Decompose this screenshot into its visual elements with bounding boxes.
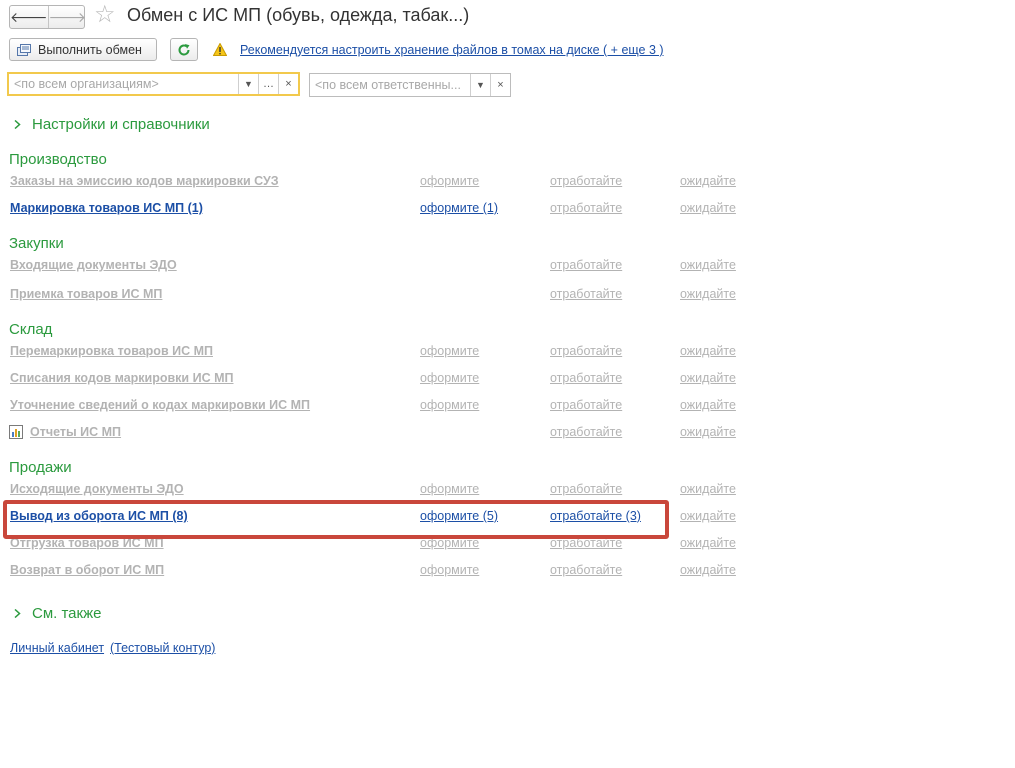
personal-cabinet-link[interactable]: Личный кабинет [10,641,104,655]
row-label-return[interactable]: Возврат в оборот ИС МП [10,563,164,577]
arrow-left-icon: 🡐 [10,8,48,25]
page-title: Обмен с ИС МП (обувь, одежда, табак...) [127,5,470,25]
back-button[interactable]: 🡐 [10,6,49,28]
responsible-dropdown-button[interactable]: ▼ [470,74,490,96]
arrow-right-icon: 🡒 [48,8,87,25]
row-label-code-info-update[interactable]: Уточнение сведений о кодах маркировки ИС… [10,398,310,412]
dropdown-arrow-icon: ▼ [476,80,485,90]
row-c3-code-info-update[interactable]: ожидайте [680,398,736,412]
row-c3-goods-marking[interactable]: ожидайте [680,201,736,215]
row-c1-outgoing-edo[interactable]: оформите [420,482,479,496]
row-c2-return[interactable]: отработайте [550,563,622,577]
organization-clear-button[interactable]: × [278,74,298,94]
row-label-outgoing-edo[interactable]: Исходящие документы ЭДО [10,482,184,496]
row-label-incoming-edo[interactable]: Входящие документы ЭДО [10,258,177,272]
organization-filter[interactable]: <по всем организациям> ▼ … × [7,72,300,96]
responsible-filter[interactable]: <по всем ответственны... ▼ × [309,73,511,97]
row-c3-emission-orders[interactable]: ожидайте [680,174,736,188]
row-c2-goods-marking[interactable]: отработайте [550,201,622,215]
row-c1-return[interactable]: оформите [420,563,479,577]
report-icon [9,425,23,439]
row-c2-shipment[interactable]: отработайте [550,536,622,550]
group-production: Производство [9,151,107,168]
row-c3-withdrawal[interactable]: ожидайте [680,509,736,523]
row-c1-code-writeoff[interactable]: оформите [420,371,479,385]
row-label-withdrawal[interactable]: Вывод из оборота ИС МП (8) [10,509,188,523]
row-label-remarking[interactable]: Перемаркировка товаров ИС МП [10,344,213,358]
row-c1-shipment[interactable]: оформите [420,536,479,550]
organization-filter-placeholder: <по всем организациям> [14,77,159,91]
row-c2-goods-acceptance[interactable]: отработайте [550,287,622,301]
row-c1-emission-orders[interactable]: оформите [420,174,479,188]
row-label-goods-acceptance[interactable]: Приемка товаров ИС МП [10,287,162,301]
forward-button[interactable]: 🡒 [49,6,87,28]
row-c2-incoming-edo[interactable]: отработайте [550,258,622,272]
row-c3-shipment[interactable]: ожидайте [680,536,736,550]
group-warehouse: Склад [9,321,53,338]
row-c2-outgoing-edo[interactable]: отработайте [550,482,622,496]
warning-icon [213,43,227,56]
row-label-emission-orders[interactable]: Заказы на эмиссию кодов маркировки СУЗ [10,174,279,188]
row-c3-remarking[interactable]: ожидайте [680,344,736,358]
row-c1-remarking[interactable]: оформите [420,344,479,358]
row-c1-goods-marking[interactable]: оформите (1) [420,201,498,215]
row-c2-withdrawal[interactable]: отработайте (3) [550,509,641,523]
clear-icon: × [497,79,504,91]
row-c2-reports[interactable]: отработайте [550,425,622,439]
row-c2-emission-orders[interactable]: отработайте [550,174,622,188]
group-purchases: Закупки [9,235,64,252]
row-c3-goods-acceptance[interactable]: ожидайте [680,287,736,301]
row-label-shipment[interactable]: Отгрузка товаров ИС МП [10,536,164,550]
chevron-right-icon [14,609,21,618]
row-c3-code-writeoff[interactable]: ожидайте [680,371,736,385]
organization-select-button[interactable]: … [258,74,278,94]
group-sales: Продажи [9,459,72,476]
row-c1-withdrawal[interactable]: оформите (5) [420,509,498,523]
row-c3-reports[interactable]: ожидайте [680,425,736,439]
run-exchange-button[interactable]: Выполнить обмен [9,38,157,61]
dropdown-arrow-icon: ▼ [244,79,253,89]
see-also-expander[interactable]: См. также [13,605,101,622]
storage-warning-link[interactable]: Рекомендуется настроить хранение файлов … [240,43,664,57]
settings-label: Настройки и справочники [32,116,210,133]
ellipsis-icon: … [263,78,274,90]
row-c2-remarking[interactable]: отработайте [550,344,622,358]
responsible-clear-button[interactable]: × [490,74,510,96]
row-c1-code-info-update[interactable]: оформите [420,398,479,412]
row-c2-code-writeoff[interactable]: отработайте [550,371,622,385]
chevron-right-icon [14,120,21,129]
row-c2-code-info-update[interactable]: отработайте [550,398,622,412]
organization-dropdown-button[interactable]: ▼ [238,74,258,94]
row-c3-return[interactable]: ожидайте [680,563,736,577]
row-label-goods-marking[interactable]: Маркировка товаров ИС МП (1) [10,201,203,215]
settings-expander[interactable]: Настройки и справочники [13,116,210,133]
run-exchange-label: Выполнить обмен [38,42,142,57]
clear-icon: × [285,78,292,90]
navigation-buttons: 🡐 🡒 [9,5,87,29]
responsible-filter-placeholder: <по всем ответственны... [315,78,461,92]
refresh-button[interactable] [170,38,198,61]
row-label-reports[interactable]: Отчеты ИС МП [30,425,121,439]
see-also-label: См. также [32,605,102,622]
test-contour-link[interactable]: (Тестовый контур) [110,641,215,655]
exchange-icon [17,43,31,56]
favorite-star-icon[interactable]: ☆ [94,2,116,28]
row-label-code-writeoff[interactable]: Списания кодов маркировки ИС МП [10,371,233,385]
row-c3-incoming-edo[interactable]: ожидайте [680,258,736,272]
row-c3-outgoing-edo[interactable]: ожидайте [680,482,736,496]
refresh-icon [178,43,190,55]
